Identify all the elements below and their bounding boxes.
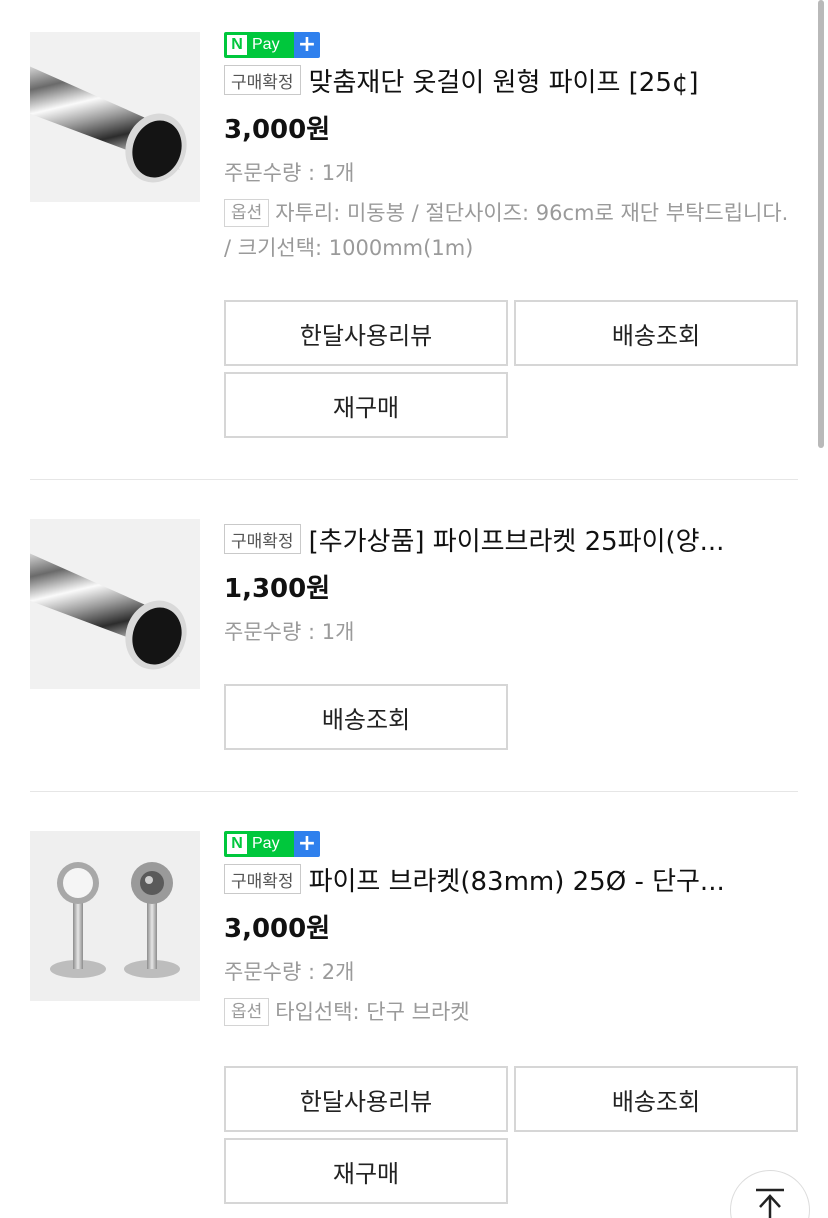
option-text: 자투리: 미동봉 / 절단사이즈: 96cm로 재단 부탁드립니다. / 크기선… [224,201,789,260]
naver-pay-plus-icon: N Pay + [224,32,320,58]
product-image-pipe[interactable] [30,32,200,202]
action-buttons: 배송조회 [224,684,798,750]
order-info: N Pay + 구매확정 파이프 브라켓(83mm) 25Ø - 단구... 3,… [224,831,798,1030]
title-row: 구매확정 파이프 브라켓(83mm) 25Ø - 단구... [224,859,798,899]
title-row: 구매확정 맞춤재단 옷걸이 원형 파이프 [25¢] [224,60,798,100]
action-buttons: 한달사용리뷰 배송조회 재구매 [224,1066,798,1204]
monthly-review-button[interactable]: 한달사용리뷰 [224,300,508,366]
product-title[interactable]: 파이프 브라켓(83mm) 25Ø - 단구... [309,861,798,898]
action-buttons: 한달사용리뷰 배송조회 재구매 [224,300,798,438]
purchase-confirmed-badge: 구매확정 [224,864,301,894]
pipe-bracket-image [30,831,200,1001]
purchase-confirmed-badge: 구매확정 [224,524,301,554]
divider [30,791,798,792]
track-delivery-button[interactable]: 배송조회 [224,684,508,750]
option-text: 타입선택: 단구 브라켓 [275,1000,470,1024]
scrollbar[interactable] [818,0,824,448]
repurchase-button[interactable]: 재구매 [224,372,508,438]
track-delivery-button[interactable]: 배송조회 [514,300,798,366]
monthly-review-button[interactable]: 한달사용리뷰 [224,1066,508,1132]
order-quantity: 주문수량 : 2개 [224,960,355,984]
order-option: 옵션 타입선택: 단구 브라켓 [224,995,798,1030]
chrome-pipe-image [30,32,200,202]
order-info: N Pay + 구매확정 맞춤재단 옷걸이 원형 파이프 [25¢] 3,000원… [224,32,798,266]
arrow-up-icon [756,1188,784,1218]
purchase-confirmed-badge: 구매확정 [224,65,301,95]
divider [30,479,798,480]
product-title[interactable]: [추가상품] 파이프브라켓 25파이(양... [309,521,798,558]
product-price: 1,300원 [224,574,331,604]
order-info: 구매확정 [추가상품] 파이프브라켓 25파이(양... 1,300원 주문수량… [224,519,798,647]
order-quantity: 주문수량 : 1개 [224,161,355,185]
order-quantity: 주문수량 : 1개 [224,620,355,644]
product-image-bracket[interactable] [30,831,200,1001]
option-badge: 옵션 [224,199,270,227]
option-badge: 옵션 [224,998,270,1026]
order-option: 옵션 자투리: 미동봉 / 절단사이즈: 96cm로 재단 부탁드립니다. / 크… [224,196,798,266]
track-delivery-button[interactable]: 배송조회 [514,1066,798,1132]
product-price: 3,000원 [224,914,331,944]
product-title[interactable]: 맞춤재단 옷걸이 원형 파이프 [25¢] [309,62,798,99]
product-price: 3,000원 [224,115,331,145]
title-row: 구매확정 [추가상품] 파이프브라켓 25파이(양... [224,519,798,559]
chrome-pipe-image [30,519,200,689]
naver-pay-plus-icon: N Pay + [224,831,320,857]
repurchase-button[interactable]: 재구매 [224,1138,508,1204]
product-image-pipe[interactable] [30,519,200,689]
